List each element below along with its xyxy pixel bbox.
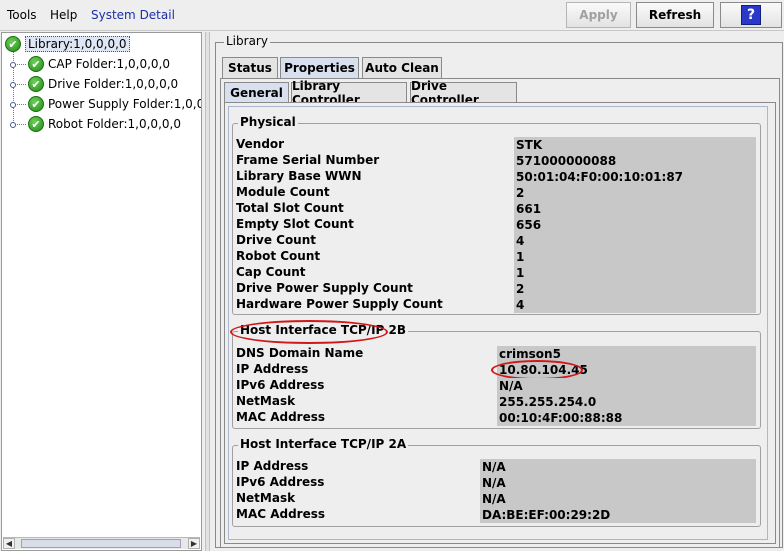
field-value: 00:10:4F:00:88:88	[497, 410, 756, 426]
field-value: 50:01:04:F0:00:10:01:87	[514, 169, 756, 185]
tree-horizontal-scrollbar[interactable]: ◀ ▶	[3, 537, 200, 549]
field-label: NetMask	[236, 491, 296, 505]
help-icon: ?	[741, 5, 761, 25]
tab-library-controller[interactable]: Library Controller	[291, 79, 407, 107]
field-label: Vendor	[236, 137, 285, 151]
field-label: MAC Address	[236, 507, 326, 521]
field-label: IP Address	[236, 459, 309, 473]
status-ok-icon: ✔	[28, 76, 44, 92]
apply-button[interactable]: Apply	[566, 2, 631, 28]
tree-expander-icon[interactable]	[10, 121, 26, 128]
field-value: DA:BE:EF:00:29:2D	[480, 507, 756, 523]
menu-system-detail[interactable]: System Detail	[91, 8, 175, 22]
status-ok-icon: ✔	[28, 56, 44, 72]
field-value: 4	[514, 233, 756, 249]
tree-expander-icon[interactable]	[10, 101, 26, 108]
field-value: N/A	[480, 491, 756, 507]
field-value: 2	[514, 281, 756, 297]
physical-section-title: Physical	[238, 115, 298, 129]
host-interface-2a-title: Host Interface TCP/IP 2A	[238, 437, 409, 451]
help-button[interactable]: ?	[720, 2, 782, 28]
tab-properties[interactable]: Properties	[280, 57, 359, 78]
refresh-button[interactable]: Refresh	[636, 2, 714, 28]
scroll-right-icon[interactable]: ▶	[188, 538, 200, 549]
field-value: N/A	[480, 459, 756, 475]
field-value: 1	[514, 265, 756, 281]
field-label: MAC Address	[236, 410, 326, 424]
field-label: Frame Serial Number	[236, 153, 380, 167]
tab-drive-controller[interactable]: Drive Controller	[410, 79, 517, 107]
field-label: Empty Slot Count	[236, 217, 354, 231]
annotation-circle	[230, 320, 388, 344]
scroll-left-icon[interactable]: ◀	[3, 538, 15, 549]
field-label: NetMask	[236, 394, 296, 408]
field-value: 571000000088	[514, 153, 756, 169]
tab-status[interactable]: Status	[222, 57, 278, 78]
field-value: N/A	[497, 378, 756, 394]
split-pane-divider[interactable]	[205, 32, 210, 551]
field-value: 4	[514, 297, 756, 313]
tree-item-label: Library:1,0,0,0,0	[25, 36, 130, 52]
status-ok-icon: ✔	[5, 36, 21, 52]
tree-item-label: Drive Folder:1,0,0,0,0	[48, 77, 179, 91]
annotation-circle	[491, 360, 583, 380]
tree-item-label: CAP Folder:1,0,0,0,0	[48, 57, 170, 71]
field-label: Total Slot Count	[236, 201, 344, 215]
field-label: Library Base WWN	[236, 169, 362, 183]
field-value: 656	[514, 217, 756, 233]
field-value: N/A	[480, 475, 756, 491]
field-value: 255.255.254.0	[497, 394, 756, 410]
field-value: STK	[514, 137, 756, 153]
field-label: Drive Power Supply Count	[236, 281, 413, 295]
tree-item-drive-folder[interactable]: ✔ Drive Folder:1,0,0,0,0	[10, 75, 179, 93]
tab-general[interactable]: General	[224, 82, 289, 102]
status-ok-icon: ✔	[28, 96, 44, 112]
tree-item-power-supply-folder[interactable]: ✔ Power Supply Folder:1,0,0,0,	[10, 95, 201, 113]
field-label: IPv6 Address	[236, 378, 325, 392]
field-label: Drive Count	[236, 233, 317, 247]
field-value: 1	[514, 249, 756, 265]
field-label: Robot Count	[236, 249, 321, 263]
library-group-title: Library	[224, 34, 270, 48]
tree-item-robot-folder[interactable]: ✔ Robot Folder:1,0,0,0,0	[10, 115, 181, 133]
field-label: IP Address	[236, 362, 309, 376]
tree-item-library[interactable]: ✔ Library:1,0,0,0,0	[5, 35, 130, 53]
menu-help[interactable]: Help	[50, 8, 77, 22]
field-label: DNS Domain Name	[236, 346, 364, 360]
navigation-tree: ✔ Library:1,0,0,0,0 ✔ CAP Folder:1,0,0,0…	[1, 32, 202, 551]
tree-item-cap-folder[interactable]: ✔ CAP Folder:1,0,0,0,0	[10, 55, 170, 73]
status-ok-icon: ✔	[28, 116, 44, 132]
scrollbar-thumb[interactable]	[21, 539, 181, 548]
tree-item-label: Power Supply Folder:1,0,0,0,	[48, 97, 201, 111]
top-toolbar: Tools Help System Detail Apply Refresh ?	[0, 0, 784, 31]
tab-auto-clean[interactable]: Auto Clean	[362, 57, 442, 78]
field-value: 2	[514, 185, 756, 201]
menu-tools[interactable]: Tools	[7, 8, 37, 22]
tree-expander-icon[interactable]	[10, 61, 26, 68]
tree-item-label: Robot Folder:1,0,0,0,0	[48, 117, 181, 131]
tree-expander-icon[interactable]	[10, 81, 26, 88]
field-label: Module Count	[236, 185, 330, 199]
field-label: IPv6 Address	[236, 475, 325, 489]
field-label: Cap Count	[236, 265, 306, 279]
field-label: Hardware Power Supply Count	[236, 297, 443, 311]
field-value: 661	[514, 201, 756, 217]
